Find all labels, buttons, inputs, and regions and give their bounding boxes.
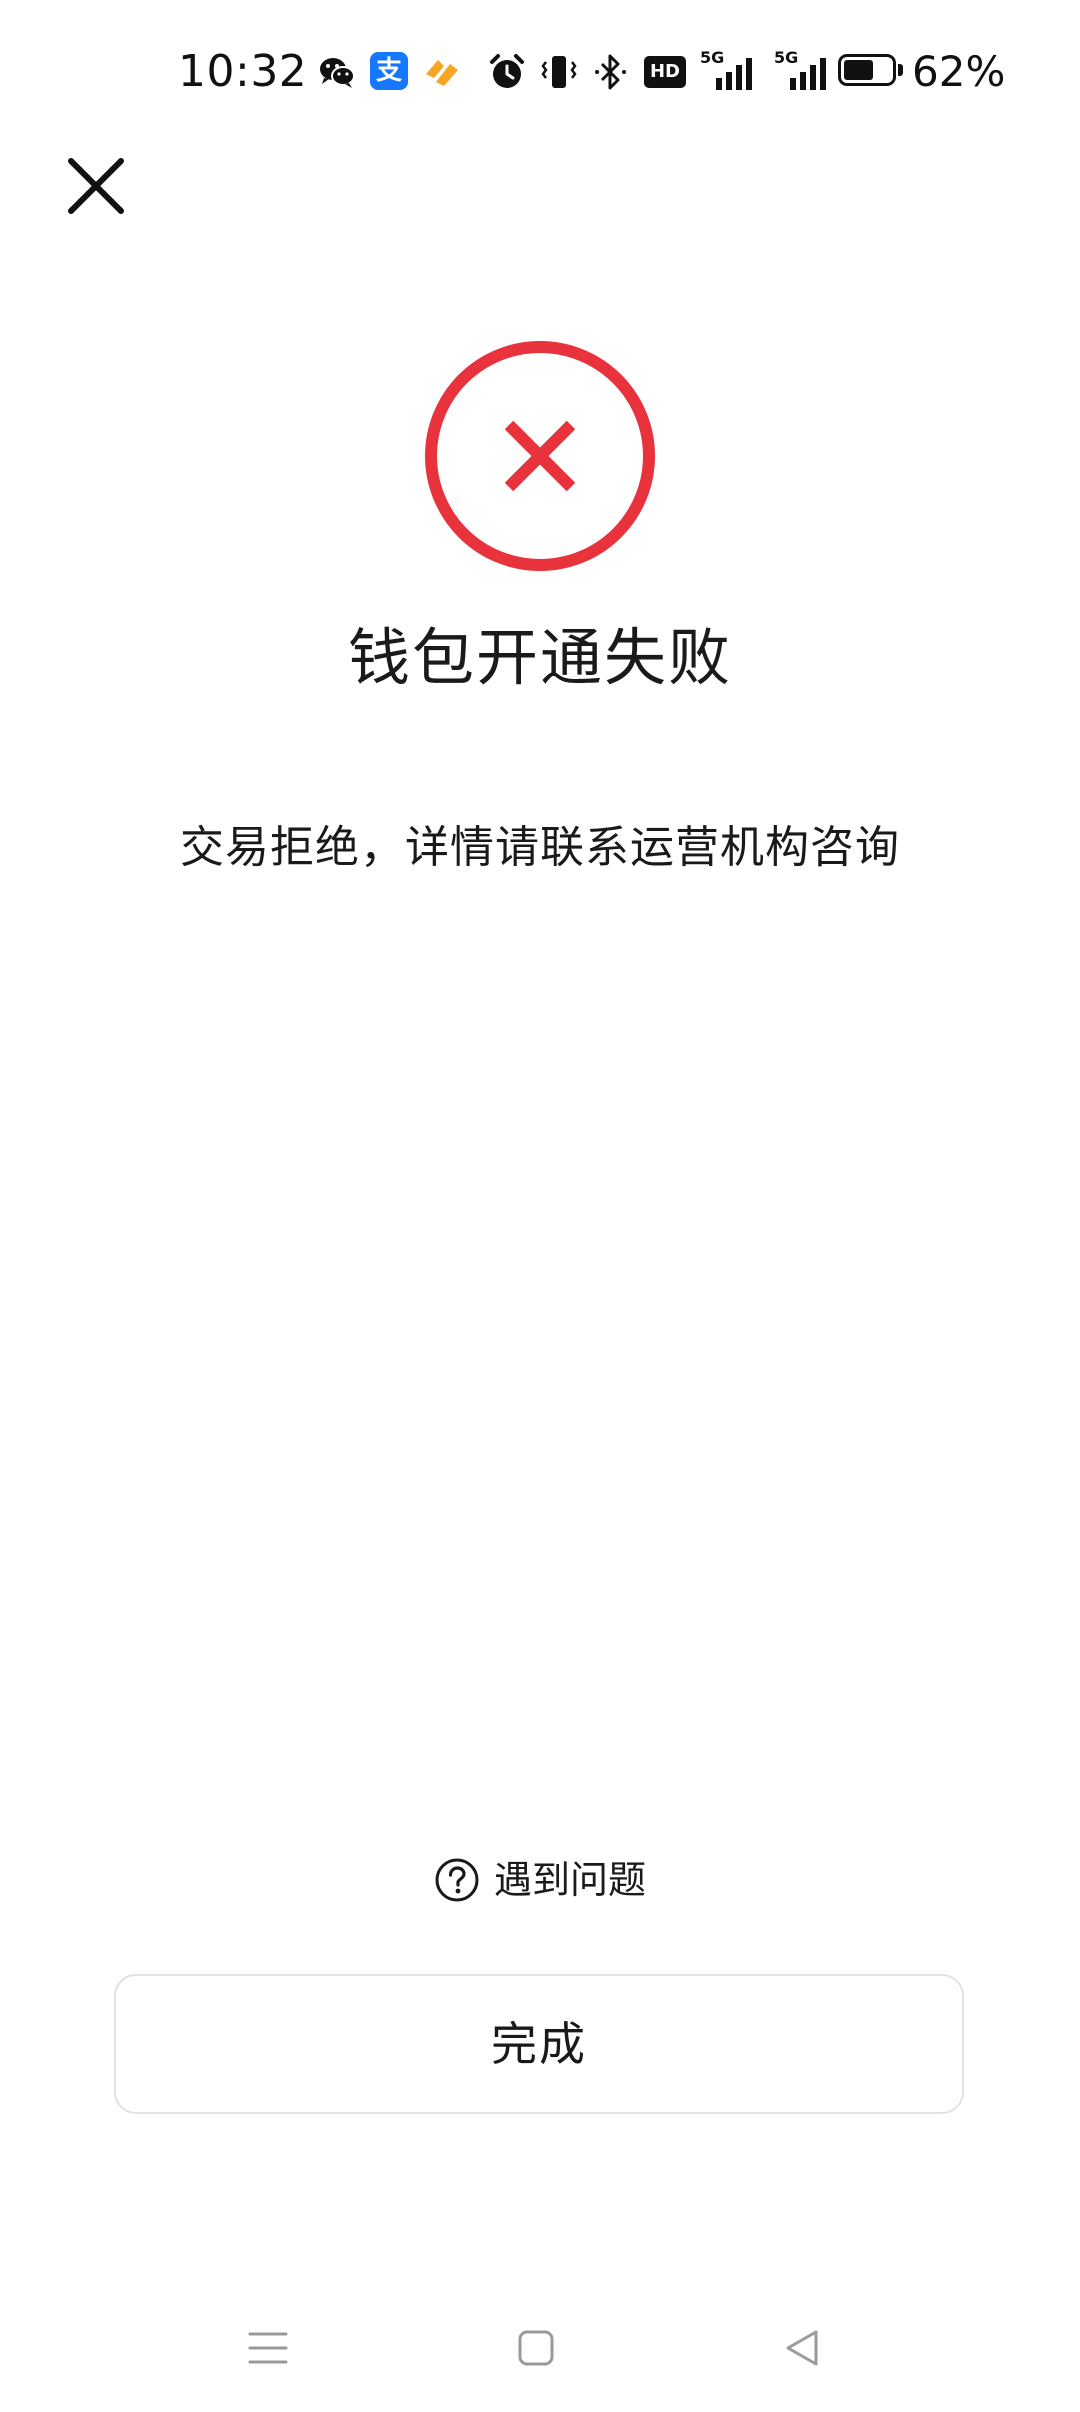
nav-menu-button[interactable] [238, 2318, 298, 2378]
result-message: 交易拒绝，详情请联系运营机构咨询 [180, 822, 900, 873]
home-icon [518, 2330, 554, 2366]
hd-label: HD [649, 61, 680, 82]
signal-5g-icon: 5G [774, 48, 836, 92]
done-button[interactable]: 完成 [114, 1974, 964, 2114]
signal-5g-icon: 5G [700, 48, 762, 92]
battery-percent: 62% [912, 47, 1006, 96]
alipay-icon: 支 [370, 52, 408, 90]
health-app-icon [426, 60, 458, 86]
status-bar: 10:32 支 HD 5G 5G 62% [0, 0, 1080, 150]
menu-icon [248, 2332, 288, 2364]
wechat-icon [320, 58, 355, 88]
help-link[interactable]: 遇到问题 [0, 1852, 1080, 1908]
battery-icon [838, 52, 906, 92]
error-circle-icon [425, 341, 655, 571]
vibrate-icon [541, 56, 577, 88]
back-icon [786, 2330, 818, 2366]
close-button[interactable] [58, 148, 134, 224]
help-label: 遇到问题 [493, 1858, 646, 1902]
alarm-icon [490, 54, 524, 88]
status-time: 10:32 [178, 46, 308, 97]
alipay-glyph: 支 [375, 56, 402, 86]
done-label: 完成 [491, 2017, 587, 2071]
nav-back-button[interactable] [772, 2318, 832, 2378]
nav-home-button[interactable] [506, 2318, 566, 2378]
question-circle-icon [435, 1858, 479, 1902]
bluetooth-icon [595, 54, 626, 90]
hd-voice-icon: HD [644, 56, 686, 88]
close-icon [68, 158, 124, 214]
result-title: 钱包开通失败 [347, 621, 732, 694]
